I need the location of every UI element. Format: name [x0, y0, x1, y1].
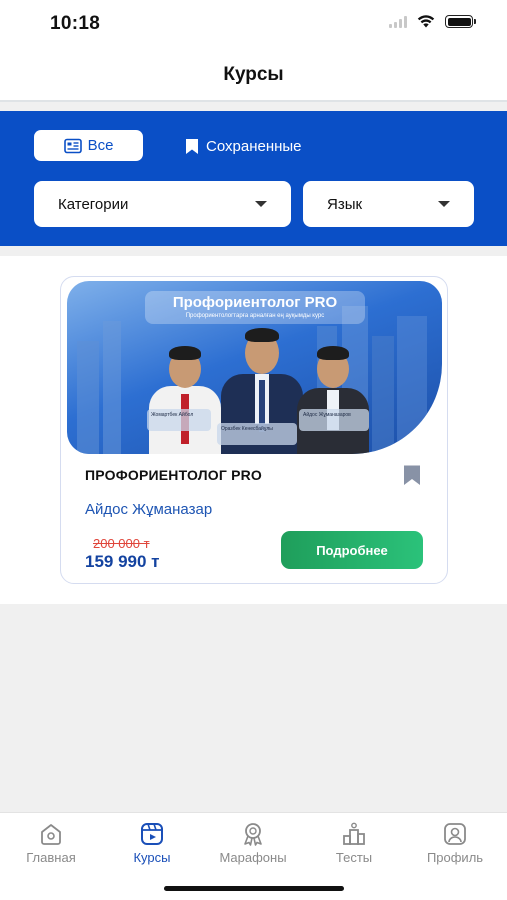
battery-icon — [445, 15, 476, 28]
header: Курсы — [0, 50, 507, 102]
tab-home-label: Главная — [26, 850, 76, 865]
bookmark-icon[interactable] — [401, 464, 423, 486]
tab-profile[interactable]: Профиль — [410, 821, 500, 865]
list-icon — [63, 138, 82, 153]
current-price: 159 990 т — [85, 552, 160, 571]
course-card[interactable]: Профориентолог PRO Профориентологтарға а… — [60, 276, 448, 584]
course-author[interactable]: Айдос Жұманазар — [85, 501, 212, 518]
cellular-signal-icon — [389, 15, 407, 28]
instructor-photo-right — [293, 342, 373, 454]
instructor-photo-left — [145, 342, 225, 454]
details-button[interactable]: Подробнее — [281, 531, 423, 569]
tab-marathons[interactable]: Марафоны — [208, 821, 298, 865]
medal-icon — [244, 823, 262, 846]
tab-tests[interactable]: Тесты — [309, 821, 399, 865]
tab-courses[interactable]: Курсы — [107, 821, 197, 865]
banner-title: Профориентолог PRO Профориентологтарға а… — [145, 291, 365, 324]
chevron-down-icon — [438, 201, 450, 207]
course-banner-image: Профориентолог PRO Профориентологтарға а… — [67, 281, 442, 454]
banner-name-tag-left: Жомартбек Айбол — [147, 409, 211, 431]
status-bar: 10:18 — [0, 0, 507, 50]
bookmark-icon — [186, 138, 198, 154]
profile-icon — [444, 823, 466, 845]
tab-saved-label: Сохраненные — [206, 137, 302, 155]
page-title: Курсы — [223, 64, 284, 85]
status-time: 10:18 — [50, 13, 101, 34]
tab-marathons-label: Марафоны — [219, 850, 287, 865]
category-dropdown[interactable]: Категории — [34, 181, 291, 227]
course-list: Профориентолог PRO Профориентологтарға а… — [0, 256, 507, 604]
tab-home[interactable]: Главная — [6, 821, 96, 865]
course-title: ПРОФОРИЕНТОЛОГ PRO — [85, 467, 263, 483]
banner-subtitle: Профориентологтарға арналған ең ауқымды … — [185, 313, 325, 319]
language-dropdown-label: Язык — [327, 195, 363, 213]
wifi-icon — [417, 15, 435, 28]
tab-tests-label: Тесты — [335, 850, 373, 865]
chevron-down-icon — [255, 201, 267, 207]
tab-saved[interactable]: Сохраненные — [184, 132, 302, 160]
filter-panel: Все Сохраненные Категории Язык — [0, 111, 507, 246]
language-dropdown[interactable]: Язык — [303, 181, 474, 227]
status-icons — [389, 15, 476, 28]
banner-title-text: Профориентолог PRO — [172, 294, 338, 311]
category-dropdown-label: Категории — [58, 195, 129, 213]
old-price: 200 000 т — [93, 536, 150, 551]
courses-icon — [141, 823, 163, 845]
tab-courses-label: Курсы — [133, 850, 171, 865]
home-indicator — [164, 886, 344, 891]
tab-profile-label: Профиль — [426, 850, 484, 865]
banner-name-tag-right: Айдос Жұманазаров — [299, 409, 369, 431]
tests-icon — [343, 822, 365, 845]
banner-name-tag-center: Оразбек Кенесбайұлы — [217, 423, 297, 445]
home-icon — [41, 824, 61, 845]
tab-all[interactable]: Все — [34, 130, 143, 161]
tab-all-label: Все — [87, 137, 114, 154]
